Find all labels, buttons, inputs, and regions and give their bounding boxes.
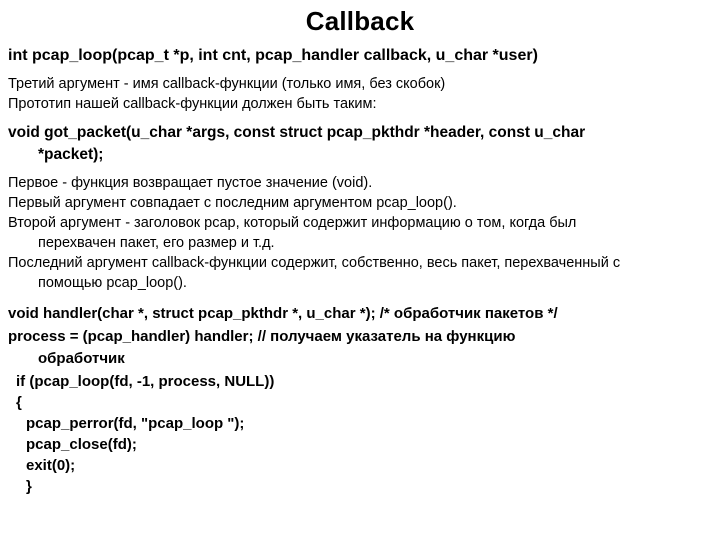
got-packet-signature: void got_packet(u_char *args, const stru… <box>8 123 712 143</box>
desc-prototype-intro: Прототип нашей callback-функции должен б… <box>8 95 712 113</box>
got-packet-signature-cont: *packet); <box>8 145 712 165</box>
desc-second-arg: Второй аргумент - заголовок pcap, которы… <box>8 214 712 232</box>
spacer <box>8 294 712 302</box>
desc-third-arg: Третий аргумент - имя callback-функции (… <box>8 75 712 93</box>
desc-last-arg-cont: помощью pcap_loop(). <box>8 274 712 292</box>
code-pcap-close: pcap_close(fd); <box>8 434 712 455</box>
code-process-assign-cont: обработчик <box>8 349 712 369</box>
desc-first-arg: Первый аргумент совпадает с последним ар… <box>8 194 712 212</box>
code-exit: exit(0); <box>8 455 712 476</box>
pcap-loop-signature: int pcap_loop(pcap_t *p, int cnt, pcap_h… <box>8 47 712 65</box>
desc-second-arg-cont: перехвачен пакет, его размер и т.д. <box>8 234 712 252</box>
code-if: if (pcap_loop(fd, -1, process, NULL)) <box>8 371 712 392</box>
slide-title: Callback <box>8 6 712 37</box>
code-close-brace: } <box>8 476 712 497</box>
code-pcap-perror: pcap_perror(fd, "pcap_loop "); <box>8 413 712 434</box>
code-open-brace: { <box>8 392 712 413</box>
desc-last-arg: Последний аргумент callback-функции соде… <box>8 254 712 272</box>
desc-return-void: Первое - функция возвращает пустое значе… <box>8 174 712 192</box>
code-process-assign: process = (pcap_handler) handler; // пол… <box>8 327 712 347</box>
code-handler-decl: void handler(char *, struct pcap_pkthdr … <box>8 304 712 324</box>
slide: Callback int pcap_loop(pcap_t *p, int cn… <box>0 0 720 540</box>
